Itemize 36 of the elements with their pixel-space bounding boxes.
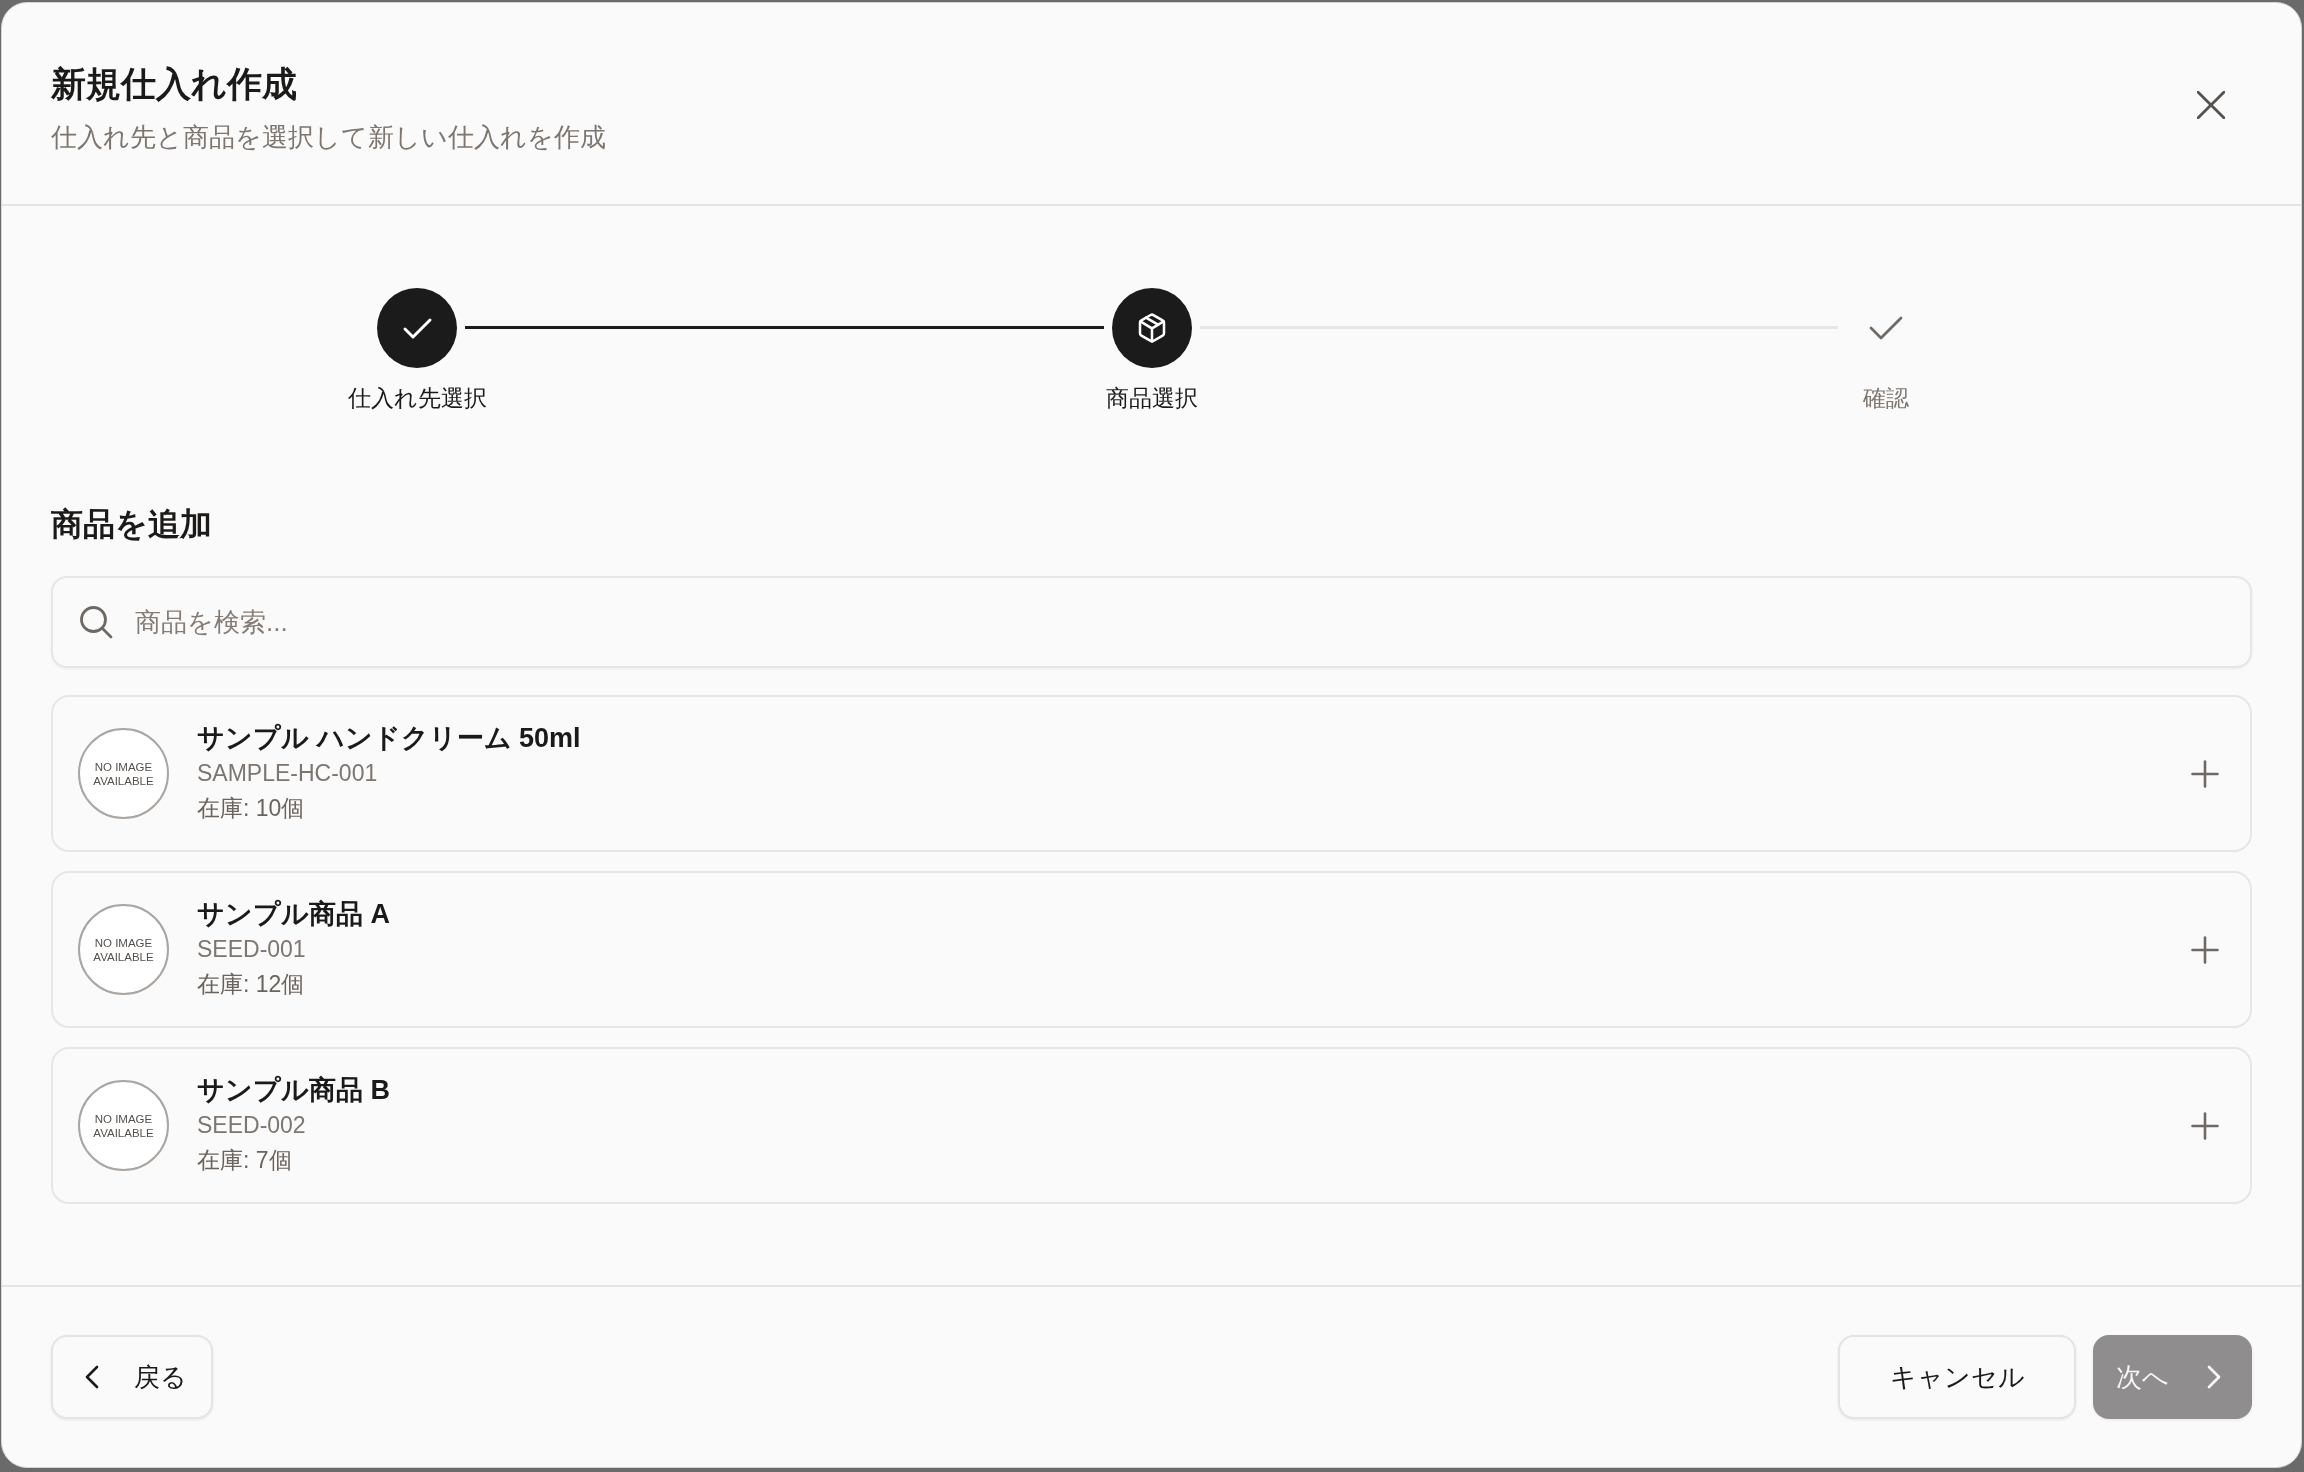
dialog-subtitle: 仕入れ先と商品を選択して新しい仕入れを作成 [51,121,606,154]
check-icon [377,288,457,368]
product-stock: 在庫: 10個 [197,794,306,823]
close-button[interactable] [2197,91,2225,119]
product-thumbnail: NO IMAGE AVAILABLE [78,1080,169,1171]
search-icon [79,605,113,639]
product-thumbnail: NO IMAGE AVAILABLE [78,728,169,819]
plus-icon [2191,759,2219,788]
step-label: 仕入れ先選択 [347,384,487,413]
section-title: 商品を追加 [51,505,213,544]
product-name: サンプル商品 B [197,1074,390,1107]
product-stock: 在庫: 12個 [197,970,306,999]
add-button[interactable] [2191,759,2219,788]
product-thumbnail: NO IMAGE AVAILABLE [78,904,169,995]
chevron-right-icon [2207,1365,2221,1389]
chevron-left-icon [85,1365,99,1389]
cancel-button[interactable]: キャンセル [1838,1335,2076,1419]
product-sku: SEED-002 [197,1111,307,1140]
product-stock: 在庫: 7個 [197,1146,293,1175]
dialog-title: 新規仕入れ作成 [51,63,298,105]
add-button[interactable] [2191,1111,2219,1140]
plus-icon [2191,1111,2219,1140]
plus-icon [2191,935,2219,964]
product-name: サンプル ハンドクリーム 50ml [197,722,581,755]
add-button[interactable] [2191,935,2219,964]
check-icon [1869,316,1903,340]
search-field[interactable]: 商品を検索... [51,576,2252,668]
step-label: 商品選択 [1105,384,1198,413]
back-button[interactable]: 戻る [51,1335,213,1419]
close-icon [2197,91,2225,119]
package-icon [1111,288,1192,368]
product-name: サンプル商品 A [197,898,390,931]
step-label: 確認 [1863,384,1909,413]
product-sku: SEED-001 [197,935,307,964]
search-input[interactable]: 商品を検索... [135,604,2224,640]
product-sku: SAMPLE-HC-001 [197,759,379,788]
